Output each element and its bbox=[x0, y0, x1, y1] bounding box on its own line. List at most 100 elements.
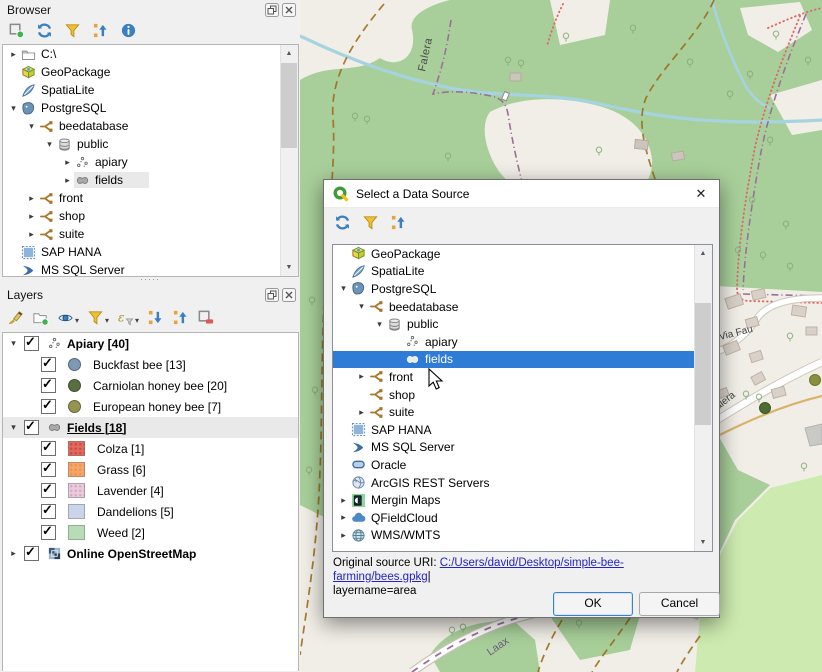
tree-item-beedatabase[interactable]: ▾beedatabase bbox=[3, 117, 298, 135]
add-group-icon[interactable] bbox=[32, 309, 49, 326]
refresh-icon[interactable] bbox=[36, 22, 53, 39]
tree-item-oracle[interactable]: Oracle bbox=[333, 456, 712, 474]
browser-scrollbar[interactable]: ▲ ▼ bbox=[280, 45, 298, 276]
scrollbar-thumb[interactable] bbox=[695, 303, 711, 425]
tree-item-wms-wmts[interactable]: ▸WMS/WMTS bbox=[333, 527, 712, 545]
collapse-all-icon[interactable] bbox=[172, 309, 189, 326]
tree-item-postgresql[interactable]: ▾PostgreSQL bbox=[333, 280, 712, 298]
expand-arrow-icon[interactable]: ▸ bbox=[337, 530, 350, 541]
tree-item-spatialite[interactable]: SpatiaLite bbox=[3, 81, 298, 99]
tree-item-public[interactable]: ▾public bbox=[3, 135, 298, 153]
expand-arrow-icon[interactable]: ▸ bbox=[25, 211, 38, 222]
expand-arrow-icon[interactable]: ▸ bbox=[355, 371, 368, 382]
tree-item-ms-sql-server[interactable]: MS SQL Server bbox=[333, 439, 712, 457]
scroll-up-icon[interactable]: ▲ bbox=[695, 246, 711, 261]
expand-all-icon[interactable] bbox=[147, 309, 164, 326]
expand-arrow-icon[interactable]: ▾ bbox=[337, 283, 350, 294]
properties-widget-icon[interactable] bbox=[120, 22, 137, 39]
tree-item-c[interactable]: ▸C:\ bbox=[3, 45, 298, 63]
tree-item-shop[interactable]: shop bbox=[333, 386, 712, 404]
layer-checkbox[interactable] bbox=[41, 504, 56, 519]
expand-arrow-icon[interactable]: ▸ bbox=[337, 495, 350, 506]
float-panel-button[interactable] bbox=[265, 288, 279, 302]
tree-item-suite[interactable]: ▸suite bbox=[333, 403, 712, 421]
expand-arrow-icon[interactable]: ▾ bbox=[25, 121, 38, 132]
scrollbar-thumb[interactable] bbox=[281, 63, 297, 148]
tree-item-front[interactable]: ▸front bbox=[3, 189, 298, 207]
filter-browser-icon[interactable] bbox=[362, 214, 379, 231]
scroll-down-icon[interactable]: ▼ bbox=[695, 535, 711, 550]
layer-checkbox[interactable] bbox=[41, 462, 56, 477]
expand-arrow-icon[interactable]: ▾ bbox=[7, 422, 20, 433]
expand-arrow-icon[interactable]: ▸ bbox=[61, 175, 74, 186]
tree-item-geopackage[interactable]: GeoPackage bbox=[3, 63, 298, 81]
expand-arrow-icon[interactable]: ▾ bbox=[7, 103, 20, 114]
tree-item-qfieldcloud[interactable]: ▸QFieldCloud bbox=[333, 509, 712, 527]
collapse-all-icon[interactable] bbox=[92, 22, 109, 39]
layer-checkbox[interactable] bbox=[24, 336, 39, 351]
dialog-scrollbar[interactable]: ▲ ▼ bbox=[694, 245, 712, 551]
layer-checkbox[interactable] bbox=[41, 378, 56, 393]
tree-item-sap-hana[interactable]: SAP HANA bbox=[333, 421, 712, 439]
layer-checkbox[interactable] bbox=[41, 441, 56, 456]
layer-checkbox[interactable] bbox=[41, 525, 56, 540]
refresh-icon[interactable] bbox=[334, 214, 351, 231]
expand-arrow-icon[interactable]: ▸ bbox=[355, 407, 368, 418]
dropdown-caret-icon[interactable]: ▾ bbox=[105, 316, 109, 326]
tree-item-front[interactable]: ▸front bbox=[333, 368, 712, 386]
tree-item-fields[interactable]: fields bbox=[333, 351, 712, 369]
expand-arrow-icon[interactable]: ▸ bbox=[337, 512, 350, 523]
filter-legend-icon[interactable]: ▾ bbox=[87, 309, 109, 326]
tree-item-lavender-4[interactable]: Lavender [4] bbox=[3, 480, 298, 501]
tree-item-buckfast-bee-13[interactable]: Buckfast bee [13] bbox=[3, 354, 298, 375]
layer-checkbox[interactable] bbox=[24, 420, 39, 435]
tree-item-apiary[interactable]: apiary bbox=[333, 333, 712, 351]
expand-arrow-icon[interactable]: ▸ bbox=[25, 193, 38, 204]
layer-checkbox[interactable] bbox=[41, 399, 56, 414]
tree-item-fields[interactable]: ▸fields bbox=[3, 171, 298, 189]
tree-item-apiary[interactable]: ▸apiary bbox=[3, 153, 298, 171]
tree-item-public[interactable]: ▾public bbox=[333, 315, 712, 333]
expand-arrow-icon[interactable]: ▾ bbox=[355, 301, 368, 312]
expression-filter-icon[interactable]: ε▾ bbox=[117, 309, 139, 326]
ok-button[interactable]: OK bbox=[553, 592, 633, 616]
add-selected-layers-icon[interactable] bbox=[8, 22, 25, 39]
tree-item-arcgis-rest-servers[interactable]: ArcGIS REST Servers bbox=[333, 474, 712, 492]
expand-arrow-icon[interactable]: ▸ bbox=[61, 157, 74, 168]
tree-item-european-honey-bee-7[interactable]: European honey bee [7] bbox=[3, 396, 298, 417]
tree-item-fields-18[interactable]: ▾Fields [18] bbox=[3, 417, 298, 438]
expand-arrow-icon[interactable]: ▸ bbox=[7, 548, 20, 559]
float-panel-button[interactable] bbox=[265, 3, 279, 17]
expand-arrow-icon[interactable]: ▸ bbox=[7, 49, 20, 60]
tree-item-beedatabase[interactable]: ▾beedatabase bbox=[333, 298, 712, 316]
close-panel-button[interactable] bbox=[282, 3, 296, 17]
tree-item-sap-hana[interactable]: SAP HANA bbox=[3, 243, 298, 261]
tree-item-suite[interactable]: ▸suite bbox=[3, 225, 298, 243]
cancel-button[interactable]: Cancel bbox=[639, 592, 720, 616]
dropdown-caret-icon[interactable]: ▾ bbox=[75, 316, 79, 326]
panel-splitter[interactable] bbox=[0, 276, 300, 285]
expand-arrow-icon[interactable]: ▾ bbox=[43, 139, 56, 150]
tree-item-geopackage[interactable]: GeoPackage bbox=[333, 245, 712, 263]
tree-item-dandelions-5[interactable]: Dandelions [5] bbox=[3, 501, 298, 522]
tree-item-weed-2[interactable]: Weed [2] bbox=[3, 522, 298, 543]
expand-arrow-icon[interactable]: ▸ bbox=[25, 229, 38, 240]
tree-item-mergin-maps[interactable]: ▸Mergin Maps bbox=[333, 491, 712, 509]
scroll-up-icon[interactable]: ▲ bbox=[281, 46, 297, 61]
remove-layer-icon[interactable] bbox=[197, 309, 214, 326]
layer-checkbox[interactable] bbox=[41, 357, 56, 372]
map-themes-icon[interactable]: ▾ bbox=[57, 309, 79, 326]
tree-item-postgresql[interactable]: ▾PostgreSQL bbox=[3, 99, 298, 117]
tree-item-spatialite[interactable]: SpatiaLite bbox=[333, 263, 712, 281]
layer-styling-icon[interactable] bbox=[7, 309, 24, 326]
expand-arrow-icon[interactable]: ▾ bbox=[7, 338, 20, 349]
collapse-all-icon[interactable] bbox=[390, 214, 407, 231]
layer-checkbox[interactable] bbox=[41, 483, 56, 498]
dialog-close-icon[interactable]: ✕ bbox=[692, 186, 710, 202]
tree-item-carniolan-honey-bee-20[interactable]: Carniolan honey bee [20] bbox=[3, 375, 298, 396]
close-panel-button[interactable] bbox=[282, 288, 296, 302]
tree-item-online-openstreetmap[interactable]: ▸Online OpenStreetMap bbox=[3, 543, 298, 564]
tree-item-apiary-40[interactable]: ▾Apiary [40] bbox=[3, 333, 298, 354]
tree-item-shop[interactable]: ▸shop bbox=[3, 207, 298, 225]
layer-checkbox[interactable] bbox=[24, 546, 39, 561]
